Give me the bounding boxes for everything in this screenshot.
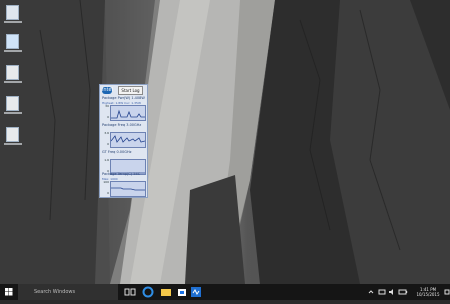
battery-icon[interactable] xyxy=(398,286,408,298)
search-input[interactable]: Search Windows xyxy=(18,284,118,300)
temperature-graph xyxy=(110,181,146,197)
package-frequency-panel: Package Freq 3.00GHz 3.6 0 xyxy=(102,123,146,148)
shortcut-icon[interactable] xyxy=(4,64,22,83)
action-center-icon[interactable] xyxy=(444,286,450,298)
gadget-header: intel Start Log xyxy=(101,86,146,95)
clock-date: 10/15/2015 xyxy=(416,292,440,297)
start-button[interactable] xyxy=(0,284,18,300)
recycle-bin-icon[interactable] xyxy=(4,4,22,23)
intel-logo: intel xyxy=(102,87,113,94)
search-placeholder: Search Windows xyxy=(34,289,76,295)
start-log-button[interactable]: Start Log xyxy=(118,86,143,95)
package-temperature-panel: Package Temp(C) 54C Max: 100C 100 0 xyxy=(102,172,146,197)
shortcut-icon[interactable] xyxy=(4,95,22,114)
desktop-wallpaper xyxy=(0,0,450,284)
edge-icon[interactable] xyxy=(142,286,154,298)
system-clock[interactable]: 1:41 PM 10/15/2015 xyxy=(413,284,443,300)
power-gadget-window[interactable]: intel Start Log Package Pwr(W) 1.408W Hi… xyxy=(99,84,148,198)
axis-bottom-label: 0 xyxy=(107,142,109,146)
power-graph xyxy=(110,105,146,121)
gt-frequency-panel: GT Freq 0.00GHz 1.6 0 xyxy=(102,150,146,175)
axis-top-label: 1.6 xyxy=(104,158,109,162)
volume-icon[interactable] xyxy=(388,286,396,298)
axis-top-label: 100 xyxy=(103,180,109,184)
axis-bottom-label: 0 xyxy=(107,191,109,195)
axis-top-label: 3.6 xyxy=(104,131,109,135)
package-power-panel: Package Pwr(W) 1.408W Highest: 1.8W Cur:… xyxy=(102,96,146,121)
windows-logo-icon xyxy=(5,288,13,296)
explorer-icon[interactable] xyxy=(160,286,172,298)
axis-top-label: 30 xyxy=(105,104,109,108)
taskbar: Search Windows 1:41 PM 10/15/2015 xyxy=(0,284,450,300)
axis-bottom-label: 0 xyxy=(107,115,109,119)
power-gadget-icon[interactable] xyxy=(190,286,202,298)
task-view-icon[interactable] xyxy=(124,286,136,298)
shortcut-icon[interactable] xyxy=(4,126,22,145)
notification-chevron-icon[interactable] xyxy=(368,286,374,298)
frequency-graph xyxy=(110,132,146,148)
network-icon[interactable] xyxy=(378,286,386,298)
store-icon[interactable] xyxy=(176,286,188,298)
document-icon[interactable] xyxy=(4,33,22,52)
